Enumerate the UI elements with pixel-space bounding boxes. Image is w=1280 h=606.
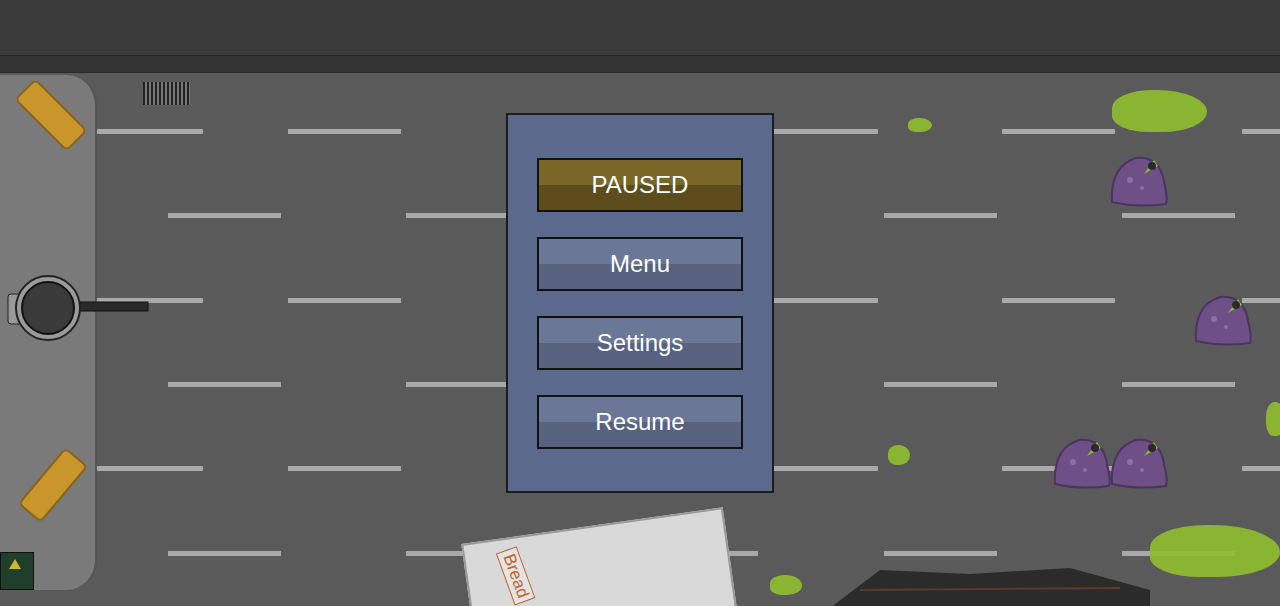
lane-dash bbox=[765, 466, 878, 471]
lane-dash bbox=[168, 382, 281, 387]
lane-dash bbox=[1122, 213, 1235, 218]
slime-icon bbox=[1192, 291, 1254, 347]
lane-dash bbox=[1002, 129, 1115, 134]
lane-dash bbox=[884, 213, 997, 218]
top-wall bbox=[0, 0, 1280, 55]
lane-dash bbox=[288, 466, 401, 471]
goo-splat bbox=[1112, 90, 1207, 132]
lane-dash bbox=[1242, 298, 1280, 303]
lane-dash bbox=[406, 382, 519, 387]
fence-icon bbox=[820, 560, 1160, 606]
goo-splat bbox=[1150, 525, 1280, 577]
slime-icon bbox=[1108, 152, 1170, 208]
turret-icon bbox=[0, 262, 160, 362]
lane-dash bbox=[90, 466, 203, 471]
curb bbox=[0, 55, 1280, 73]
lane-dash bbox=[884, 382, 997, 387]
lane-dash bbox=[288, 129, 401, 134]
slime-icon bbox=[1108, 434, 1170, 490]
goo-splat bbox=[908, 118, 932, 132]
lane-dash bbox=[90, 129, 203, 134]
lane-dash bbox=[1242, 129, 1280, 134]
slime-icon bbox=[1051, 434, 1113, 490]
game-scene: Bread PAUSED MenuSettingsResume bbox=[0, 0, 1280, 606]
lane-dash bbox=[406, 213, 519, 218]
vent-grate bbox=[143, 82, 190, 105]
lane-dash bbox=[765, 129, 878, 134]
goo-splat bbox=[770, 575, 802, 595]
warning-icon bbox=[9, 559, 21, 569]
lane-dash bbox=[1002, 298, 1115, 303]
lane-dash bbox=[1242, 466, 1280, 471]
goo-splat bbox=[1266, 402, 1280, 436]
menu-button[interactable]: Settings bbox=[537, 316, 743, 370]
pause-title: PAUSED bbox=[537, 158, 743, 212]
pause-panel: PAUSED Menu Settings Resume bbox=[506, 113, 774, 493]
lane-dash bbox=[168, 551, 281, 556]
menu-button[interactable]: Resume bbox=[537, 395, 743, 449]
lane-dash bbox=[288, 298, 401, 303]
goo-splat bbox=[888, 445, 910, 465]
lane-dash bbox=[884, 551, 997, 556]
lane-dash bbox=[168, 213, 281, 218]
lane-dash bbox=[1122, 382, 1235, 387]
menu-button[interactable]: Menu bbox=[537, 237, 743, 291]
lane-dash bbox=[765, 298, 878, 303]
generator-box bbox=[0, 552, 34, 590]
